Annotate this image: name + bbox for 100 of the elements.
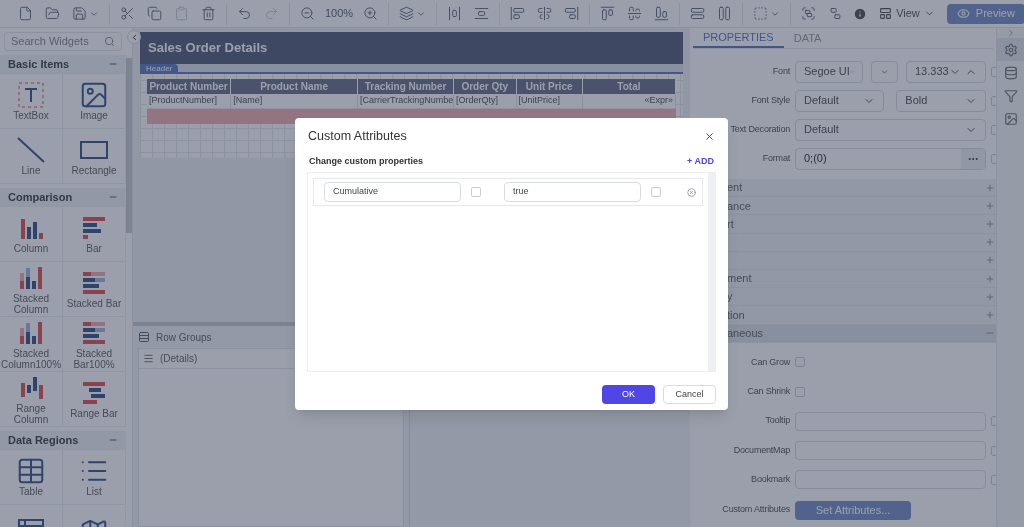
widget-item[interactable]: List (63, 449, 127, 505)
align-right-icon (564, 6, 580, 21)
new-file-icon (18, 6, 33, 21)
property-label: Font (772, 64, 790, 78)
checkbox[interactable] (651, 187, 661, 197)
property-label: Format (762, 151, 790, 165)
copy-icon (147, 6, 162, 21)
widget-item[interactable]: Line (0, 128, 63, 184)
more-button[interactable] (960, 148, 985, 169)
expand-icon (984, 291, 995, 302)
checkbox[interactable] (795, 357, 805, 368)
zoom-level[interactable]: 100% (321, 5, 358, 22)
group-icon (801, 6, 817, 21)
panel-tab[interactable]: DATA (783, 28, 832, 48)
ok-button[interactable]: OK (602, 385, 655, 404)
redo-icon (264, 6, 279, 21)
expand-icon (984, 309, 995, 320)
cancel-button[interactable]: Cancel (663, 385, 716, 404)
widget-item[interactable]: Stacked Column100% (0, 316, 63, 372)
dialog-title: Custom Attributes (308, 127, 407, 145)
font-size-field[interactable]: 13.333 (906, 60, 986, 83)
undo-icon (237, 6, 252, 21)
settings-icon (1003, 42, 1018, 57)
table-header-cell: Unit Price (516, 79, 583, 94)
property-label: DocumentMap (733, 443, 790, 457)
ungroup-icon (828, 6, 844, 21)
table-header-cell: Total (582, 79, 676, 94)
expand-icon (984, 273, 995, 284)
font-family-select[interactable]: Segoe UI (795, 60, 863, 83)
eye-icon (956, 7, 970, 20)
expand-icon (984, 182, 995, 193)
expand-icon (984, 218, 995, 229)
menu-icon (143, 353, 154, 364)
section-header[interactable]: Data Regions (0, 430, 127, 450)
search-field[interactable]: Search Widgets (4, 32, 123, 51)
widget-item[interactable]: Stacked Bar (63, 261, 127, 317)
expand-icon (984, 237, 995, 248)
settings-button[interactable] (996, 38, 1024, 61)
clipboard-icon (174, 6, 189, 21)
name-field[interactable]: Cumulative (324, 182, 461, 202)
zoom-out-icon (300, 6, 315, 21)
table-header-cell: Product Number (147, 79, 232, 94)
info-icon[interactable] (853, 6, 868, 21)
widget-item[interactable]: Table (0, 449, 63, 505)
scissors-icon (120, 6, 135, 21)
widget-item[interactable]: TextBox (0, 73, 63, 129)
table-header-cell: Order Qty (454, 79, 517, 94)
checkbox[interactable] (795, 386, 805, 397)
table-cell: [OrderQty] (454, 94, 517, 109)
folder-icon (45, 6, 60, 21)
band-tab[interactable]: Header (140, 64, 179, 72)
panel-tab[interactable]: PROPERTIES (693, 28, 784, 48)
align-bottom-icon (654, 6, 670, 21)
align-left-icon (510, 6, 526, 21)
align-middle-icon (627, 6, 643, 21)
property-label: Can Grow (751, 355, 790, 369)
set-attributes-button[interactable]: Set Attributes... (795, 501, 911, 521)
widget-item[interactable]: Bar (63, 206, 127, 262)
preview-button[interactable]: Preview (946, 3, 1024, 24)
dropdown[interactable]: Default (795, 118, 986, 141)
widget-item[interactable]: Range Column (0, 371, 63, 427)
font-weight-select[interactable] (871, 60, 898, 83)
image-icon (1003, 111, 1018, 126)
zoom-in-icon (363, 6, 379, 21)
layers-icon (399, 6, 415, 21)
remove-icon[interactable] (687, 187, 696, 197)
widget-item[interactable]: Stacked Bar100% (63, 316, 127, 372)
widget-item[interactable]: Range Bar (63, 371, 127, 427)
filter-icon (1003, 88, 1018, 103)
value-field[interactable]: true (504, 182, 641, 202)
table-cell: [Name] (231, 94, 358, 109)
view-button[interactable]: View (879, 5, 935, 22)
save-icon (72, 6, 87, 21)
property-label: Bookmark (751, 473, 790, 487)
property-label: Custom Attributes (722, 502, 790, 516)
table-cell: [CarrierTrackingNumbe (358, 94, 455, 109)
format-field[interactable]: 0;(0) (795, 147, 986, 170)
table-header-cell: Product Name (231, 79, 358, 94)
dialog-subtitle: Change custom properties (309, 155, 424, 169)
layout-icon (879, 7, 893, 20)
dropdown[interactable]: Default (795, 89, 885, 112)
collapse-button[interactable] (127, 30, 141, 44)
align-center-icon (537, 6, 553, 21)
expand-icon (984, 200, 995, 211)
report-title: Sales Order Details (148, 39, 268, 58)
dropdown[interactable]: Bold (896, 89, 986, 112)
scrollbar[interactable] (126, 58, 132, 233)
section-header[interactable]: Basic Items (0, 54, 127, 74)
close-icon[interactable] (704, 130, 715, 142)
add-button[interactable]: + ADD (687, 155, 714, 169)
space-horizontal-icon (447, 6, 463, 21)
widget-item[interactable]: Stacked Column (0, 261, 63, 317)
table-header-cell: Tracking Number (358, 79, 455, 94)
widget-item[interactable]: Column (0, 206, 63, 262)
panel-title: Row Groups (156, 330, 212, 345)
section-header[interactable]: Comparison (0, 187, 127, 207)
checkbox[interactable] (471, 187, 481, 197)
row-groups-icon (138, 331, 150, 343)
same-width-icon (690, 6, 706, 21)
property-label: Tooltip (765, 414, 790, 428)
